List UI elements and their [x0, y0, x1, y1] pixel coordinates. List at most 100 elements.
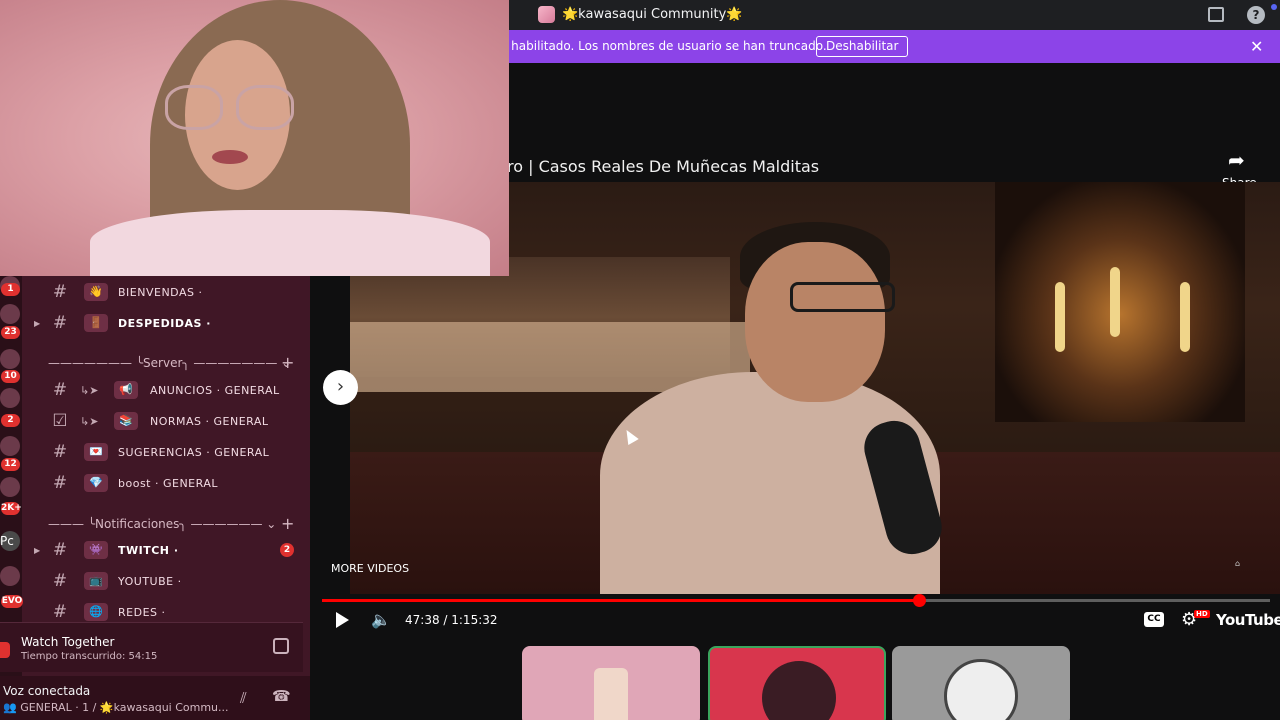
channel-item[interactable]: # 🌐 REDES · — [22, 600, 310, 624]
channel-sidebar: 1 23 10 2 12 2K+ Pc EVO # 👋 BIENVENDAS ·… — [0, 276, 310, 720]
channel-item[interactable]: ▶ # 👾 TWITCH · 2 — [22, 538, 310, 562]
channel-emoji: 🌐 — [84, 603, 108, 621]
channel-emoji: 💌 — [84, 443, 108, 461]
streamer-glasses — [165, 85, 223, 130]
hash-icon: # — [52, 540, 68, 560]
channel-name: TWITCH · — [118, 543, 179, 557]
category-server[interactable]: ——————— ╰Server╮ ——————— ⌄ — [48, 356, 291, 370]
volume-icon[interactable]: 🔈 — [371, 610, 391, 629]
share-icon[interactable]: ➦ — [1228, 148, 1245, 172]
server-icon[interactable] — [0, 388, 20, 408]
server-icon[interactable] — [0, 477, 20, 497]
expand-arrow-icon[interactable]: ▶ — [34, 546, 40, 555]
mention-badge: 1 — [1, 283, 20, 296]
progress-fill — [322, 599, 920, 602]
progress-knob[interactable] — [913, 594, 927, 607]
activity-panel[interactable]: Watch Together Tiempo transcurrido: 54:1… — [0, 622, 303, 672]
channel-item[interactable]: ▶ # 🚪 DESPEDIDAS · — [22, 311, 310, 335]
youtube-logo[interactable]: YouTube — [1216, 611, 1280, 629]
server-icon[interactable] — [0, 304, 20, 324]
branch-icon: ↳➤ — [80, 414, 99, 428]
hash-icon: # — [52, 442, 68, 462]
progress-bar[interactable] — [322, 594, 1270, 607]
channel-name: ANUNCIOS · GENERAL — [150, 383, 280, 397]
streamer-glasses — [236, 85, 294, 130]
youtube-icon — [0, 642, 10, 658]
add-channel-icon[interactable]: + — [281, 353, 294, 372]
category-notificaciones[interactable]: ——— ╰Notificaciones╮ —————— ⌄ — [48, 517, 276, 531]
channel-name: SUGERENCIAS · GENERAL — [118, 445, 270, 459]
streamer-shirt — [90, 210, 490, 276]
unread-badge: 2 — [280, 543, 294, 557]
participant-avatar — [594, 668, 628, 720]
channel-watermark: ⌂ — [1235, 559, 1241, 568]
channel-item[interactable]: # 📺 YOUTUBE · — [22, 569, 310, 593]
channel-name: DESPEDIDAS · — [118, 316, 211, 330]
disable-button[interactable]: Deshabilitar — [816, 36, 909, 57]
app-window: 🌟kawasaqui Community🌟 ? á habilitado. Lo… — [0, 0, 1280, 720]
banner-message: á habilitado. Los nombres de usuario se … — [500, 39, 827, 53]
participant-tile-speaking[interactable] — [708, 646, 886, 720]
channel-emoji: 👾 — [84, 541, 108, 559]
time-display: 47:38 / 1:15:32 — [405, 613, 498, 627]
next-arrow-icon[interactable]: › — [323, 370, 358, 405]
video-title[interactable]: ro | Casos Reales De Muñecas Malditas — [507, 157, 819, 176]
branch-icon: ↳➤ — [80, 383, 99, 397]
popout-icon[interactable] — [273, 638, 289, 654]
hash-icon: # — [52, 473, 68, 493]
voice-channel-label[interactable]: 👥 GENERAL · 1 / 🌟kawasaqui Commu... — [3, 701, 229, 714]
server-icon[interactable] — [0, 566, 20, 586]
participant-tile[interactable] — [892, 646, 1070, 720]
notification-dot — [1271, 4, 1277, 10]
close-icon[interactable]: ✕ — [1250, 37, 1263, 56]
mention-badge: 2K+ — [1, 502, 22, 515]
noise-suppression-icon[interactable]: ⫽ — [240, 689, 247, 707]
expand-arrow-icon[interactable]: ▶ — [34, 319, 40, 328]
channel-emoji: 🚪 — [84, 314, 108, 332]
server-icon[interactable] — [0, 349, 20, 369]
inbox-icon[interactable] — [1208, 7, 1224, 22]
disconnect-icon[interactable]: ☎ — [272, 687, 291, 705]
voice-status-panel: Voz conectada 👥 GENERAL · 1 / 🌟kawasaqui… — [0, 676, 310, 720]
more-videos-label[interactable]: MORE VIDEOS — [331, 562, 409, 575]
channel-emoji: 📺 — [84, 572, 108, 590]
channel-item[interactable]: ☑ ↳➤ 📚 NORMAS · GENERAL — [22, 409, 310, 433]
channel-item[interactable]: # 👋 BIENVENDAS · — [22, 280, 310, 304]
mention-badge: 10 — [1, 370, 20, 383]
add-channel-icon[interactable]: + — [281, 514, 294, 533]
candles-light — [995, 182, 1245, 422]
activity-title: Watch Together — [21, 635, 115, 649]
channel-item[interactable]: # 💌 SUGERENCIAS · GENERAL — [22, 440, 310, 464]
help-icon[interactable]: ? — [1247, 6, 1265, 24]
channel-emoji: 📚 — [114, 412, 138, 430]
hash-icon: # — [52, 282, 68, 302]
window-title: 🌟kawasaqui Community🌟 — [562, 7, 743, 22]
channel-name: BIENVENDAS · — [118, 285, 203, 299]
candle — [1110, 267, 1120, 337]
channel-emoji: 👋 — [84, 283, 108, 301]
hash-icon: # — [52, 380, 68, 400]
streamer-lips — [212, 150, 248, 164]
play-icon[interactable] — [336, 612, 349, 628]
candle — [1180, 282, 1190, 352]
voice-connected-label[interactable]: Voz conectada — [3, 684, 90, 698]
host-glasses — [790, 282, 895, 312]
server-icon[interactable] — [0, 436, 20, 456]
channel-item[interactable]: # ↳➤ 📢 ANUNCIOS · GENERAL — [22, 378, 310, 402]
host-face — [745, 242, 885, 402]
server-initials: Pc — [0, 534, 14, 548]
new-badge: EVO — [1, 595, 23, 608]
channel-name: boost · GENERAL — [118, 476, 218, 490]
hash-icon: # — [52, 313, 68, 333]
mention-badge: 12 — [1, 458, 20, 471]
channel-emoji: 💎 — [84, 474, 108, 492]
channel-name: YOUTUBE · — [118, 574, 182, 588]
channel-emoji: 📢 — [114, 381, 138, 399]
participant-avatar — [762, 661, 836, 720]
participant-tile[interactable] — [522, 646, 700, 720]
captions-icon[interactable]: CC — [1144, 612, 1164, 627]
mention-badge: 23 — [1, 326, 20, 339]
rules-icon: ☑ — [52, 411, 68, 431]
channel-item[interactable]: # 💎 boost · GENERAL — [22, 471, 310, 495]
hd-badge: HD — [1194, 610, 1210, 618]
